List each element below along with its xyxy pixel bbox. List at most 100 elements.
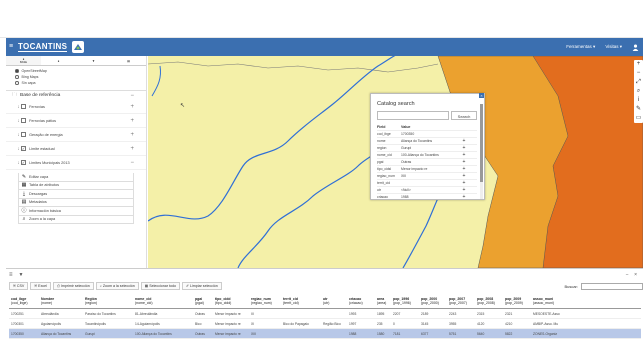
print-selection-button[interactable]: ⎙ Imprimir selección xyxy=(52,282,94,290)
catalog-scrollbar[interactable] xyxy=(480,104,483,199)
filter-icon[interactable]: ▼ xyxy=(19,272,24,278)
tool-attribute-table[interactable]: ▦ Tabla de atributos xyxy=(18,181,134,190)
drag-handle-icon[interactable]: ⁞ xyxy=(18,119,19,123)
expand-icon[interactable]: + xyxy=(130,104,134,110)
tool-zoom-layer[interactable]: ⌕ Zoom a la capa xyxy=(18,215,134,224)
column-header[interactable]: area (area) xyxy=(375,294,391,308)
zoom-out-icon[interactable]: − xyxy=(637,69,641,78)
layer-checkbox[interactable] xyxy=(21,118,27,123)
table-row[interactable]: 1700251 Abreulândia Paraíso do Tocantins 81… xyxy=(9,309,641,319)
tab-base[interactable]: ● BASE xyxy=(6,56,41,65)
add-icon[interactable]: + xyxy=(457,138,471,144)
info-icon[interactable]: i xyxy=(638,96,639,105)
expand-icon[interactable]: + xyxy=(130,118,134,124)
csv-button[interactable]: 🗎 CSV xyxy=(9,282,29,290)
add-icon[interactable]: + xyxy=(457,173,471,179)
radio-icon[interactable] xyxy=(15,81,19,85)
column-header[interactable]: territ_cid (territ_cid) xyxy=(281,294,321,308)
collapse-icon[interactable]: − xyxy=(130,93,134,99)
layer-checkbox[interactable] xyxy=(21,104,27,109)
layer-checkbox[interactable] xyxy=(21,132,27,137)
tool-downloads[interactable]: ⤓ Descargas xyxy=(18,190,134,199)
radio-icon[interactable] xyxy=(15,75,19,79)
tab-table[interactable]: ▤ xyxy=(111,56,146,65)
column-header[interactable]: nome_cid (nome_cid) xyxy=(133,294,193,308)
catalog-search-button[interactable]: Search xyxy=(451,111,477,120)
column-header[interactable]: pop_2009 (pop_2009) xyxy=(503,294,531,308)
layer-ferrovias[interactable]: ⁞ Ferrovias + xyxy=(6,100,146,114)
menu-visitas[interactable]: Visitas ▾ xyxy=(605,44,622,50)
column-header[interactable]: pop_2000 (pop_2000) xyxy=(419,294,447,308)
brand-title[interactable]: TOCANTINS xyxy=(18,42,68,52)
drag-handle-icon[interactable]: ⁞ xyxy=(18,147,19,151)
tool-edit-layer[interactable]: ✎ Editar capa xyxy=(18,173,134,182)
nav-right-menu: Ferramentas ▾ Visitas ▾ xyxy=(566,44,643,51)
row-value: 100-Aliança do Tocantins xyxy=(401,153,439,157)
column-header[interactable]: criacao (criacao) xyxy=(347,294,375,308)
row-field: nome_cid xyxy=(377,153,392,157)
tool-metadata[interactable]: ▤ Metadatos xyxy=(18,198,134,207)
column-header[interactable]: tipo_cidd (tipo_cidd) xyxy=(213,294,249,308)
zoom-in-icon[interactable]: + xyxy=(637,60,641,69)
radio-icon[interactable] xyxy=(15,69,19,73)
collapse-icon[interactable]: − xyxy=(130,160,134,166)
add-icon[interactable]: + xyxy=(457,166,471,172)
drag-handle-icon[interactable]: ⁞ xyxy=(18,161,19,165)
minimize-icon[interactable]: − xyxy=(626,272,629,278)
basemap-none[interactable]: Sin capa xyxy=(6,80,146,86)
hamburger-menu-icon[interactable]: ≡ xyxy=(6,38,16,56)
tool-basic-info[interactable]: ⓘ Información básica xyxy=(18,207,134,216)
expand-icon[interactable]: + xyxy=(130,132,134,138)
catalog-search-input[interactable] xyxy=(377,111,449,120)
clear-selection-button[interactable]: ✐ Limpiar selección xyxy=(181,282,222,290)
add-icon[interactable]: + xyxy=(457,194,471,200)
drag-handle-icon[interactable]: ⁞ xyxy=(18,105,19,109)
tool-label: Información básica xyxy=(29,208,61,213)
column-header[interactable]: pop_2008 (pop_2008) xyxy=(475,294,503,308)
search-icon[interactable]: ⌕ xyxy=(637,87,640,96)
reference-base-header[interactable]: 🗀 Base de referência − xyxy=(6,90,146,100)
table-row[interactable]: 1700301 Aguiarnópolis Tocantinópolis 14-Agu… xyxy=(9,319,641,329)
add-icon[interactable]: + xyxy=(457,145,471,151)
add-icon[interactable]: + xyxy=(457,180,471,186)
expand-icon[interactable]: + xyxy=(130,146,134,152)
table-cell: 6377 xyxy=(421,331,429,336)
layer-checkbox-checked[interactable]: ✓ xyxy=(21,146,27,151)
column-header[interactable]: pop_2007 (pop_2007) xyxy=(447,294,475,308)
pencil-icon[interactable]: ✎ xyxy=(636,105,641,114)
menu-ferramentas[interactable]: Ferramentas ▾ xyxy=(566,44,595,50)
column-header[interactable]: Nombre (nome) xyxy=(39,294,83,308)
close-icon[interactable]: × xyxy=(479,93,484,98)
add-icon[interactable]: + xyxy=(457,159,471,165)
user-icon[interactable] xyxy=(632,44,639,51)
column-header[interactable]: regiao_num (regiao_num) xyxy=(249,294,281,308)
catalog-row: nome_cid 100-Aliança do Tocantins + xyxy=(377,151,477,158)
table-row[interactable]: 1700350 Aliança do Tocantins Gurupi 100-Ali… xyxy=(9,329,641,339)
excel-button[interactable]: 🗎 Excel xyxy=(30,282,51,290)
layer-ferrovias-patios[interactable]: ⁞ Ferrovias pátios + xyxy=(6,114,146,128)
column-header[interactable]: Región (region) xyxy=(83,294,133,308)
select-all-button[interactable]: ▦ Seleccionar todo xyxy=(140,282,180,290)
tab-pin[interactable]: ● xyxy=(41,56,76,65)
column-header[interactable]: pop_1996 (pop_1996) xyxy=(391,294,419,308)
add-icon[interactable]: + xyxy=(457,152,471,158)
layer-limite-estadual[interactable]: ⁞ ✓ Limite estadual + xyxy=(6,142,146,156)
close-icon[interactable]: × xyxy=(634,272,637,278)
menu-icon[interactable]: ≡ xyxy=(9,272,13,278)
column-header[interactable]: assoc_muni (assoc_muni) xyxy=(531,294,571,308)
column-header[interactable]: pgai (pgai) xyxy=(193,294,213,308)
column-header[interactable]: cod_ibge (cod_ibge) xyxy=(9,294,39,308)
tab-filter[interactable]: ▼ xyxy=(76,56,111,65)
column-header[interactable]: utr (utr) xyxy=(321,294,347,308)
fullscreen-icon[interactable]: ⤢ xyxy=(636,78,641,87)
layer-checkbox-checked[interactable]: ✓ xyxy=(21,160,27,165)
layer-geracao-energia[interactable]: ⁞ Geração de energia + xyxy=(6,128,146,142)
drag-handle-icon[interactable]: ⁞ xyxy=(18,133,19,137)
scroll-thumb[interactable] xyxy=(480,104,483,182)
zoom-selection-button[interactable]: ⌕ Zoom a la selección xyxy=(95,282,139,290)
ruler-icon[interactable]: ▭ xyxy=(636,114,642,123)
table-search-input[interactable] xyxy=(581,282,643,290)
layer-limites-municipais[interactable]: ⁞ ✓ Limites Municipais 2013 − xyxy=(6,156,146,170)
table-cell: 1700350 xyxy=(11,331,24,336)
add-icon[interactable]: + xyxy=(457,187,471,193)
